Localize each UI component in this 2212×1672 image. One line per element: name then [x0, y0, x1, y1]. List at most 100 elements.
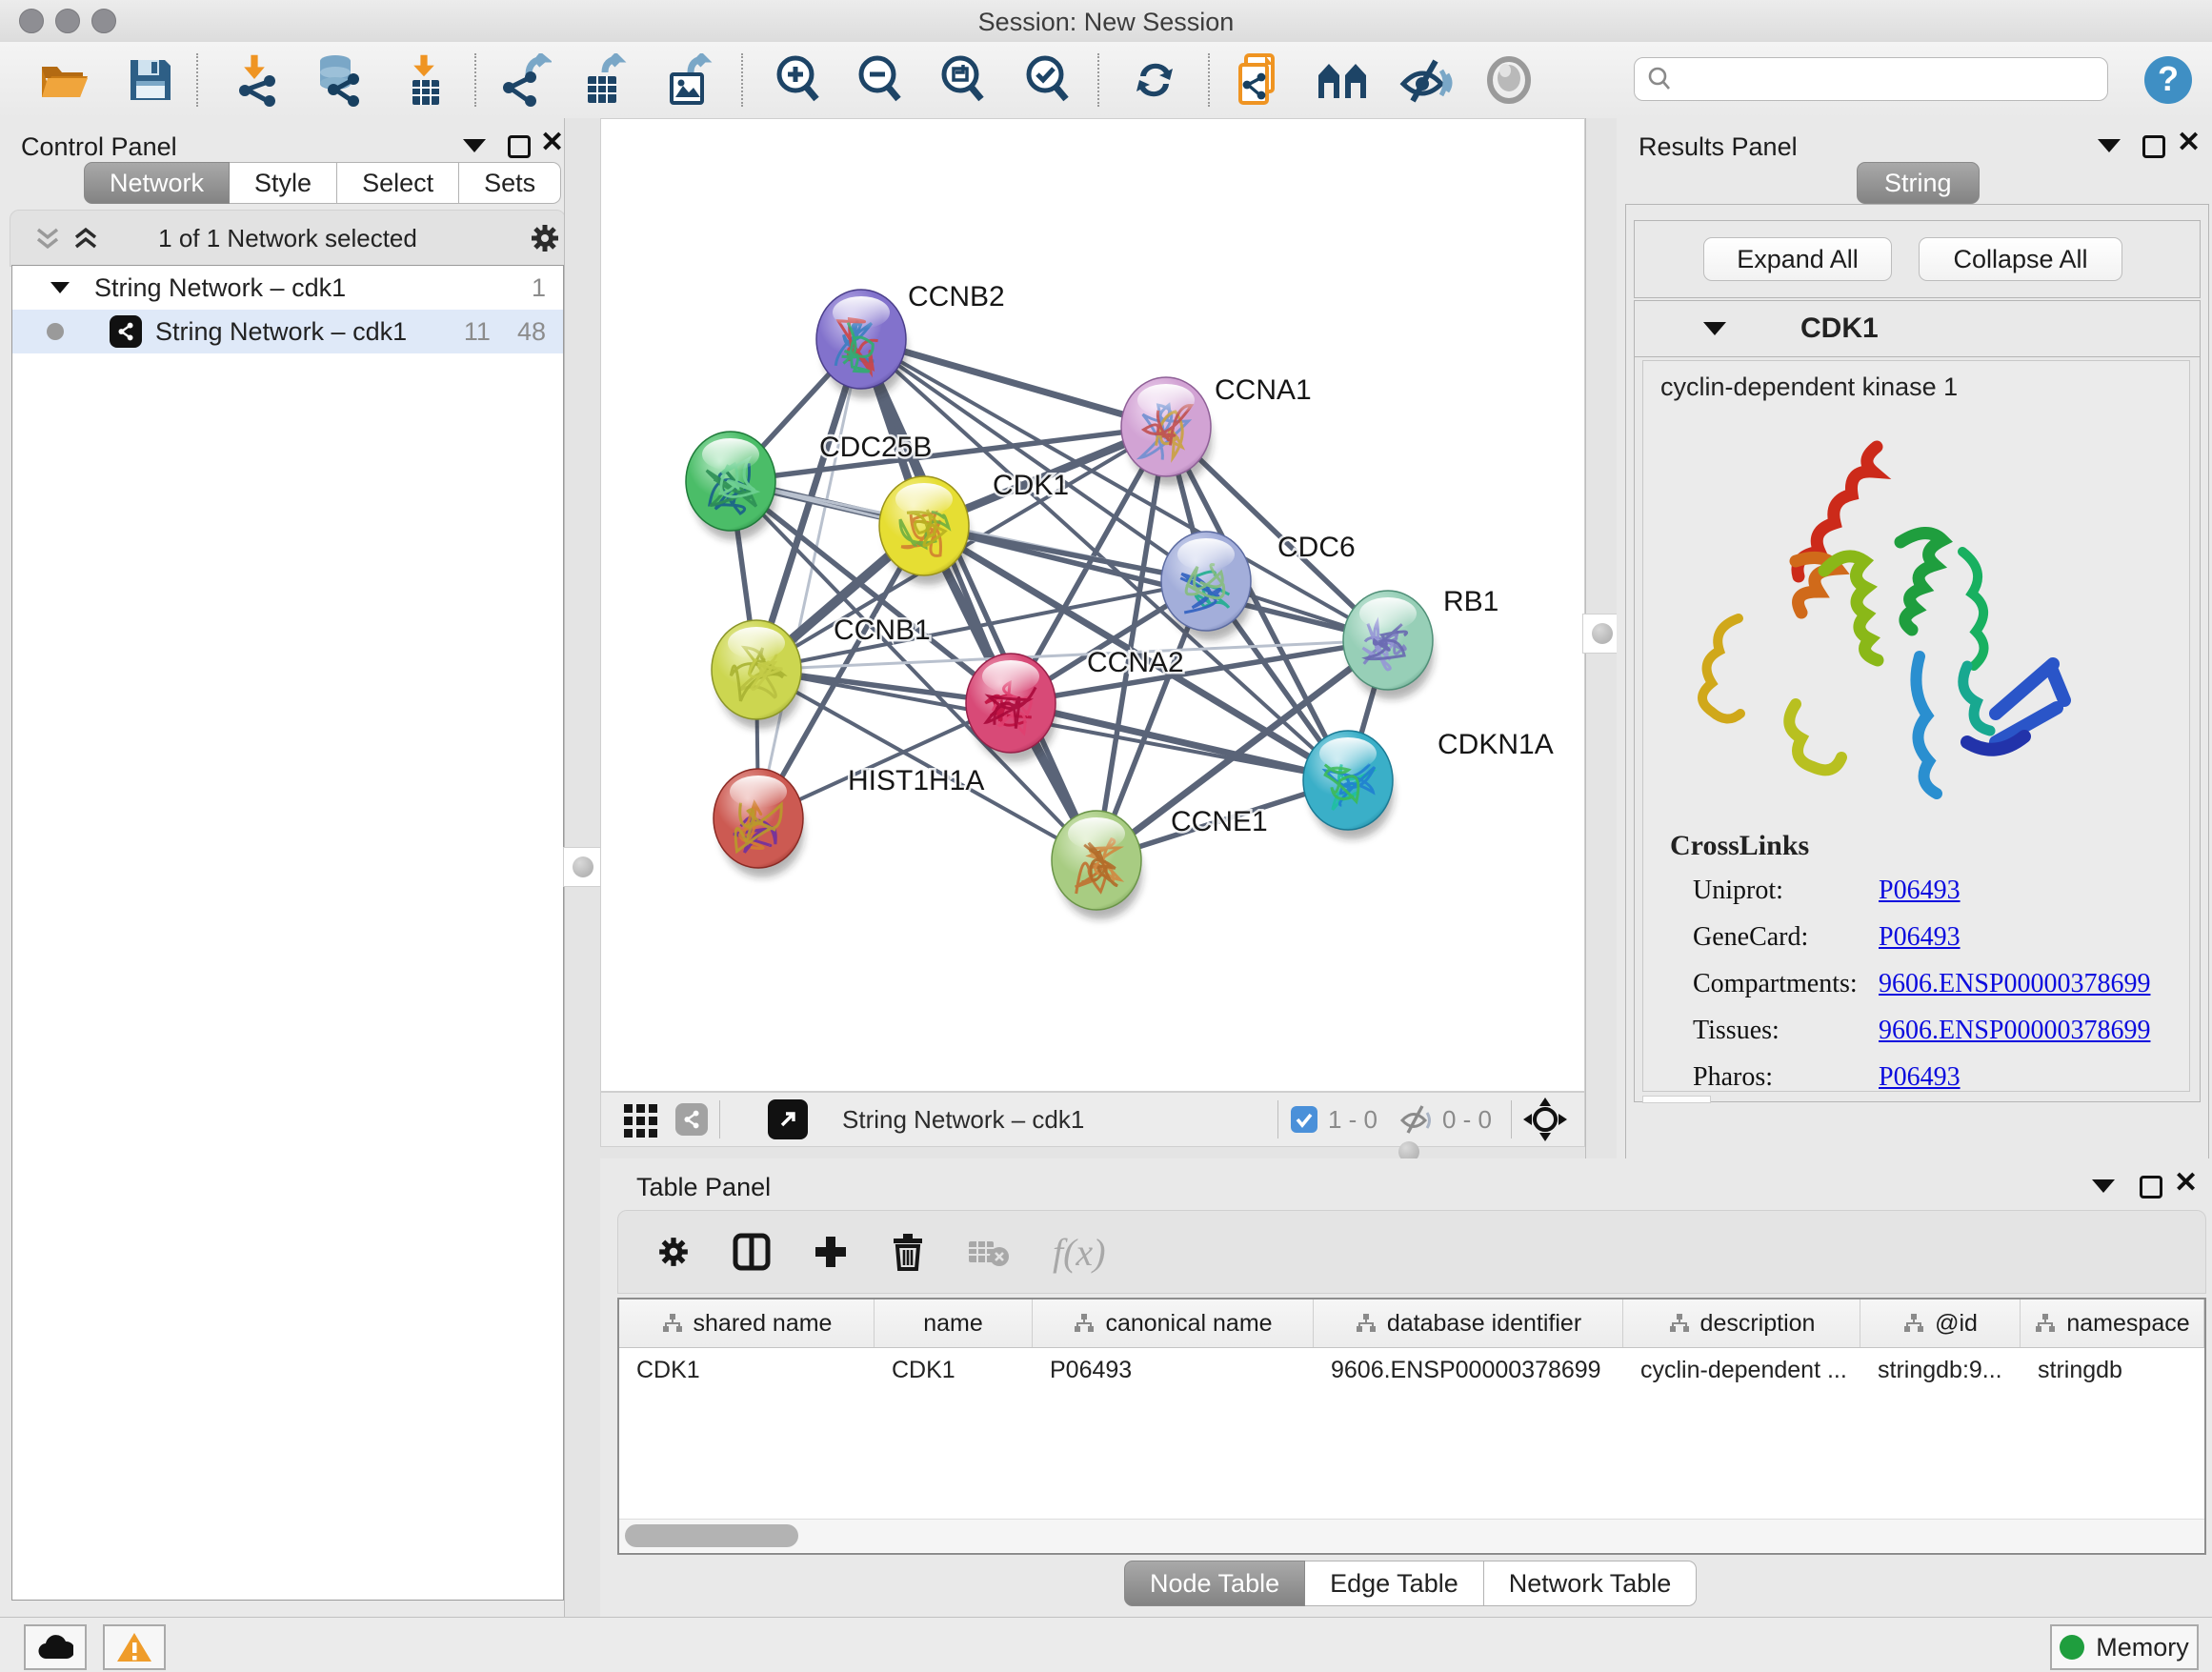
- show-columns-icon[interactable]: [733, 1233, 771, 1271]
- collapse-all-button[interactable]: Collapse All: [1919, 237, 2122, 281]
- edge-CCNB2-HIST1H1A[interactable]: [758, 339, 861, 818]
- node-CCNA1[interactable]: CCNA1: [1121, 374, 1312, 486]
- cdk1-section-header[interactable]: CDK1: [1635, 301, 2200, 357]
- tab-node-table[interactable]: Node Table: [1124, 1561, 1305, 1606]
- column-header-namespace[interactable]: namespace: [2021, 1299, 2204, 1347]
- maximize-panel-icon[interactable]: [508, 135, 531, 158]
- network-collection-row[interactable]: String Network – cdk1 1: [12, 266, 563, 310]
- network-graph[interactable]: CCNB2CCNA1CDC25BCDK1CDC6RB1CCNB1CCNA2CDK…: [601, 119, 1584, 1091]
- export-network-button[interactable]: [495, 51, 556, 109]
- network-canvas[interactable]: CCNB2CCNA1CDC25BCDK1CDC6RB1CCNB1CCNA2CDK…: [600, 118, 1585, 1092]
- section-collapse-icon[interactable]: [1703, 322, 1726, 335]
- table-cell[interactable]: stringdb: [2021, 1357, 2204, 1384]
- crosslink-value[interactable]: 9606.ENSP00000378699: [1879, 969, 2150, 999]
- node-HIST1H1A[interactable]: HIST1H1A: [714, 765, 984, 877]
- table-row[interactable]: CDK1CDK1P064939606.ENSP00000378699cyclin…: [619, 1348, 2204, 1392]
- tab-string[interactable]: String: [1857, 162, 1980, 204]
- column-header-name[interactable]: name: [875, 1299, 1033, 1347]
- table-cell[interactable]: stringdb:9...: [1860, 1357, 2021, 1384]
- column-header-description[interactable]: description: [1623, 1299, 1860, 1347]
- maximize-panel-icon[interactable]: [2140, 1176, 2162, 1199]
- new-network-from-selection-button[interactable]: [1229, 51, 1290, 109]
- refresh-button[interactable]: [1124, 51, 1185, 109]
- memory-button[interactable]: Memory: [2050, 1624, 2199, 1670]
- table-cell[interactable]: P06493: [1033, 1357, 1314, 1384]
- node-CDKN1A[interactable]: CDKN1A: [1303, 729, 1554, 839]
- help-button[interactable]: ?: [2138, 51, 2199, 109]
- gear-icon[interactable]: [529, 222, 561, 254]
- crosslink-value[interactable]: P06493: [1879, 922, 1961, 953]
- float-panel-icon[interactable]: [2098, 139, 2121, 152]
- selected-checkbox-icon[interactable]: [1290, 1105, 1318, 1134]
- close-panel-icon[interactable]: ✕: [2174, 1172, 2198, 1195]
- toolbar-separator: [196, 53, 198, 107]
- table-cell[interactable]: CDK1: [875, 1357, 1033, 1384]
- network-row-selected[interactable]: String Network – cdk1 11 48: [12, 310, 563, 353]
- table-gear-icon[interactable]: [656, 1235, 691, 1269]
- left-splitter-handle[interactable]: [563, 847, 603, 887]
- column-header-canonical-name[interactable]: canonical name: [1033, 1299, 1314, 1347]
- cloud-button[interactable]: [24, 1624, 87, 1670]
- float-panel-icon[interactable]: [2092, 1179, 2115, 1193]
- node-RB1[interactable]: RB1: [1343, 586, 1498, 699]
- open-folder-icon: [38, 57, 91, 103]
- network-table-splitter[interactable]: [600, 1147, 1585, 1158]
- tab-select[interactable]: Select: [337, 162, 459, 204]
- search-input[interactable]: [1673, 65, 2077, 93]
- warning-button[interactable]: [103, 1624, 166, 1670]
- float-panel-icon[interactable]: [463, 139, 486, 152]
- table-h-scrollbar[interactable]: [619, 1519, 2204, 1552]
- node-CCNE1[interactable]: CCNE1: [1052, 806, 1268, 919]
- close-panel-icon[interactable]: ✕: [540, 131, 564, 154]
- network-view-icon[interactable]: [675, 1103, 708, 1136]
- expand-all-button[interactable]: Expand All: [1703, 237, 1892, 281]
- table-cell[interactable]: cyclin-dependent ...: [1623, 1357, 1860, 1384]
- maximize-panel-icon[interactable]: [2142, 135, 2165, 158]
- zoom-out-button[interactable]: [850, 51, 911, 109]
- zoom-selected-button[interactable]: [1017, 51, 1078, 109]
- grid-view-icon[interactable]: [622, 1100, 660, 1138]
- import-network-database-button[interactable]: [307, 51, 368, 109]
- import-network-file-button[interactable]: [227, 51, 288, 109]
- toolbar-separator: [474, 53, 476, 107]
- network-edges[interactable]: [731, 339, 1388, 860]
- toolbar-separator: [1097, 53, 1099, 107]
- tab-network[interactable]: Network: [84, 162, 230, 204]
- tab-style[interactable]: Style: [230, 162, 337, 204]
- first-neighbors-button[interactable]: [1313, 51, 1374, 109]
- tab-edge-table[interactable]: Edge Table: [1305, 1561, 1484, 1606]
- left-splitter[interactable]: [564, 118, 602, 1617]
- open-session-button[interactable]: [34, 51, 95, 109]
- export-image-button[interactable]: [659, 51, 720, 109]
- node-label-CDKN1A: CDKN1A: [1438, 729, 1554, 760]
- tab-network-table[interactable]: Network Table: [1484, 1561, 1698, 1606]
- zoom-in-button[interactable]: [768, 51, 829, 109]
- table-cell[interactable]: CDK1: [619, 1357, 875, 1384]
- right-splitter[interactable]: [1585, 118, 1619, 1158]
- fit-content-crosshair-icon[interactable]: [1523, 1098, 1567, 1141]
- crosslink-value[interactable]: P06493: [1879, 876, 1961, 906]
- add-column-icon[interactable]: [813, 1234, 849, 1270]
- export-table-button[interactable]: [575, 51, 636, 109]
- tab-sets[interactable]: Sets: [459, 162, 561, 204]
- close-panel-icon[interactable]: ✕: [2177, 131, 2201, 154]
- zoom-fit-icon: [937, 53, 989, 107]
- detach-view-icon[interactable]: [768, 1099, 808, 1139]
- save-session-button[interactable]: [120, 51, 181, 109]
- column-header-database-identifier[interactable]: database identifier: [1314, 1299, 1623, 1347]
- crosslink-value[interactable]: 9606.ENSP00000378699: [1879, 1016, 2150, 1046]
- collection-expand-icon[interactable]: [50, 282, 70, 293]
- import-table-file-button[interactable]: [394, 51, 455, 109]
- hide-selected-button[interactable]: [1395, 51, 1456, 109]
- table-h-scroll-thumb[interactable]: [625, 1524, 798, 1547]
- column-header-@id[interactable]: @id: [1860, 1299, 2021, 1347]
- crosslink-value[interactable]: P06493: [1879, 1062, 1961, 1093]
- node-CCNB2[interactable]: CCNB2: [816, 281, 1005, 398]
- edge-CCNA2-CDKN1A[interactable]: [1011, 703, 1348, 780]
- zoom-fit-button[interactable]: [933, 51, 994, 109]
- column-header-shared-name[interactable]: shared name: [619, 1299, 875, 1347]
- show-all-button[interactable]: [1478, 51, 1539, 109]
- table-cell[interactable]: 9606.ENSP00000378699: [1314, 1357, 1623, 1384]
- node-CDK1[interactable]: CDK1: [879, 470, 1069, 585]
- delete-trash-icon[interactable]: [891, 1233, 925, 1271]
